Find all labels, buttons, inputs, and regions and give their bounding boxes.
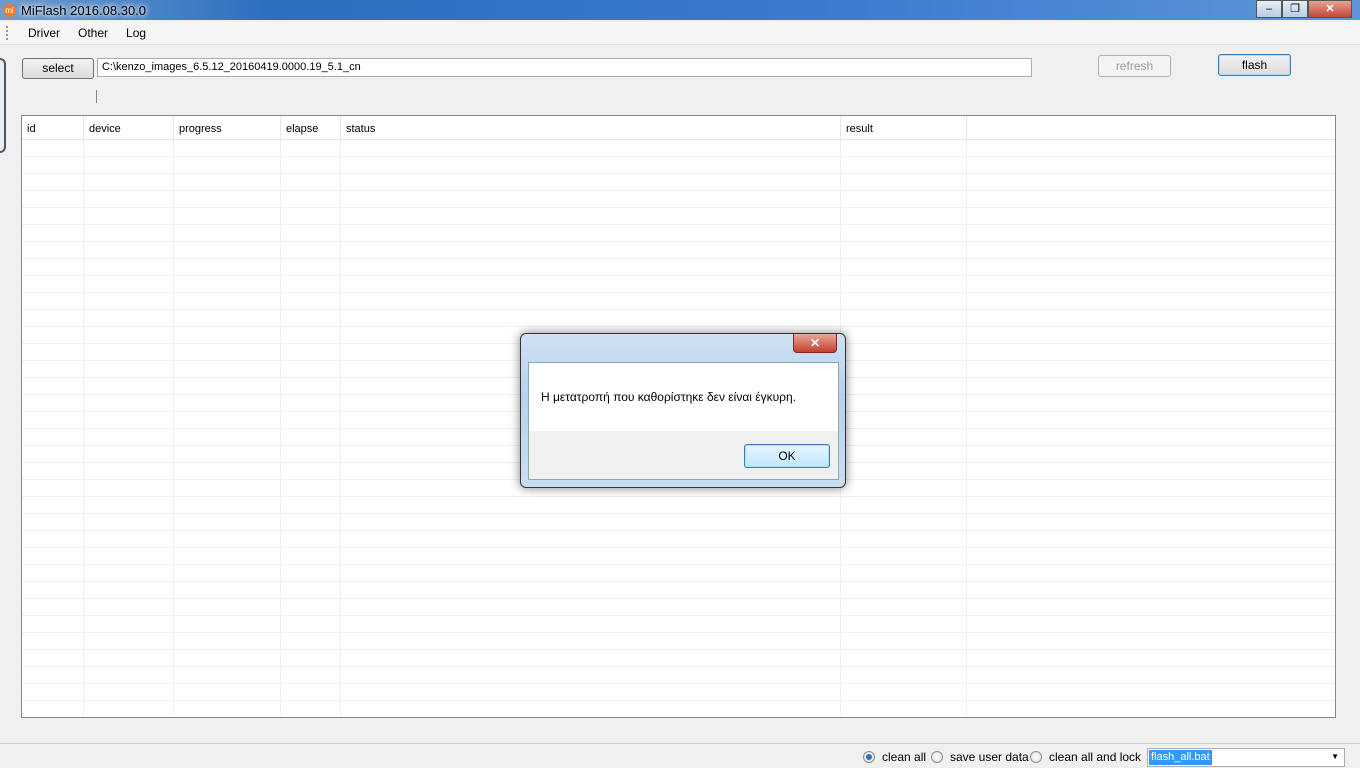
dialog-message: Η μετατροπή που καθορίστηκε δεν είναι έγ… [529, 363, 838, 431]
window-title: MiFlash 2016.08.30.0 [21, 3, 147, 18]
column-progress[interactable]: progress [174, 116, 281, 139]
path-input[interactable]: C:\kenzo_images_6.5.12_20160419.0000.19_… [97, 58, 1032, 77]
minimize-button[interactable]: ‒ [1256, 0, 1282, 18]
column-elapse[interactable]: elapse [281, 116, 341, 139]
dialog-close-button[interactable]: ✕ [793, 334, 837, 353]
refresh-button[interactable]: refresh [1098, 55, 1171, 77]
script-select[interactable]: flash_all.bat ▼ [1147, 748, 1345, 767]
save-user-data-label[interactable]: save user data [950, 750, 1029, 764]
error-dialog: ✕ Η μετατροπή που καθορίστηκε δεν είναι … [520, 333, 846, 488]
options-bar: clean all save user data clean all and l… [0, 743, 1360, 768]
menu-bar: Driver Other Log [0, 22, 1360, 45]
menu-driver[interactable]: Driver [19, 22, 69, 44]
title-bar: mi MiFlash 2016.08.30.0 ‒ ❐ ✕ [0, 0, 1360, 20]
maximize-button[interactable]: ❐ [1282, 0, 1308, 18]
save-user-data-radio[interactable] [931, 751, 943, 763]
background-window-edge [0, 58, 6, 153]
menu-grip [6, 26, 8, 40]
clean-all-label[interactable]: clean all [882, 750, 926, 764]
mi-logo-icon: mi [3, 4, 16, 17]
clean-all-and-lock-label[interactable]: clean all and lock [1049, 750, 1141, 764]
menu-log[interactable]: Log [117, 22, 155, 44]
column-id[interactable]: id [22, 116, 84, 139]
column-device[interactable]: device [84, 116, 174, 139]
close-button[interactable]: ✕ [1308, 0, 1352, 18]
flash-button[interactable]: flash [1218, 54, 1291, 76]
clean-all-and-lock-radio[interactable] [1030, 751, 1042, 763]
separator [96, 90, 97, 103]
column-result[interactable]: result [841, 116, 967, 139]
clean-all-radio[interactable] [863, 751, 875, 763]
menu-other[interactable]: Other [69, 22, 117, 44]
select-button[interactable]: select [22, 58, 94, 79]
grid-header: id device progress elapse status result [22, 116, 1335, 140]
script-value: flash_all.bat [1149, 750, 1212, 765]
chevron-down-icon[interactable]: ▼ [1331, 752, 1339, 761]
ok-button[interactable]: OK [744, 444, 830, 468]
column-status[interactable]: status [341, 116, 841, 139]
